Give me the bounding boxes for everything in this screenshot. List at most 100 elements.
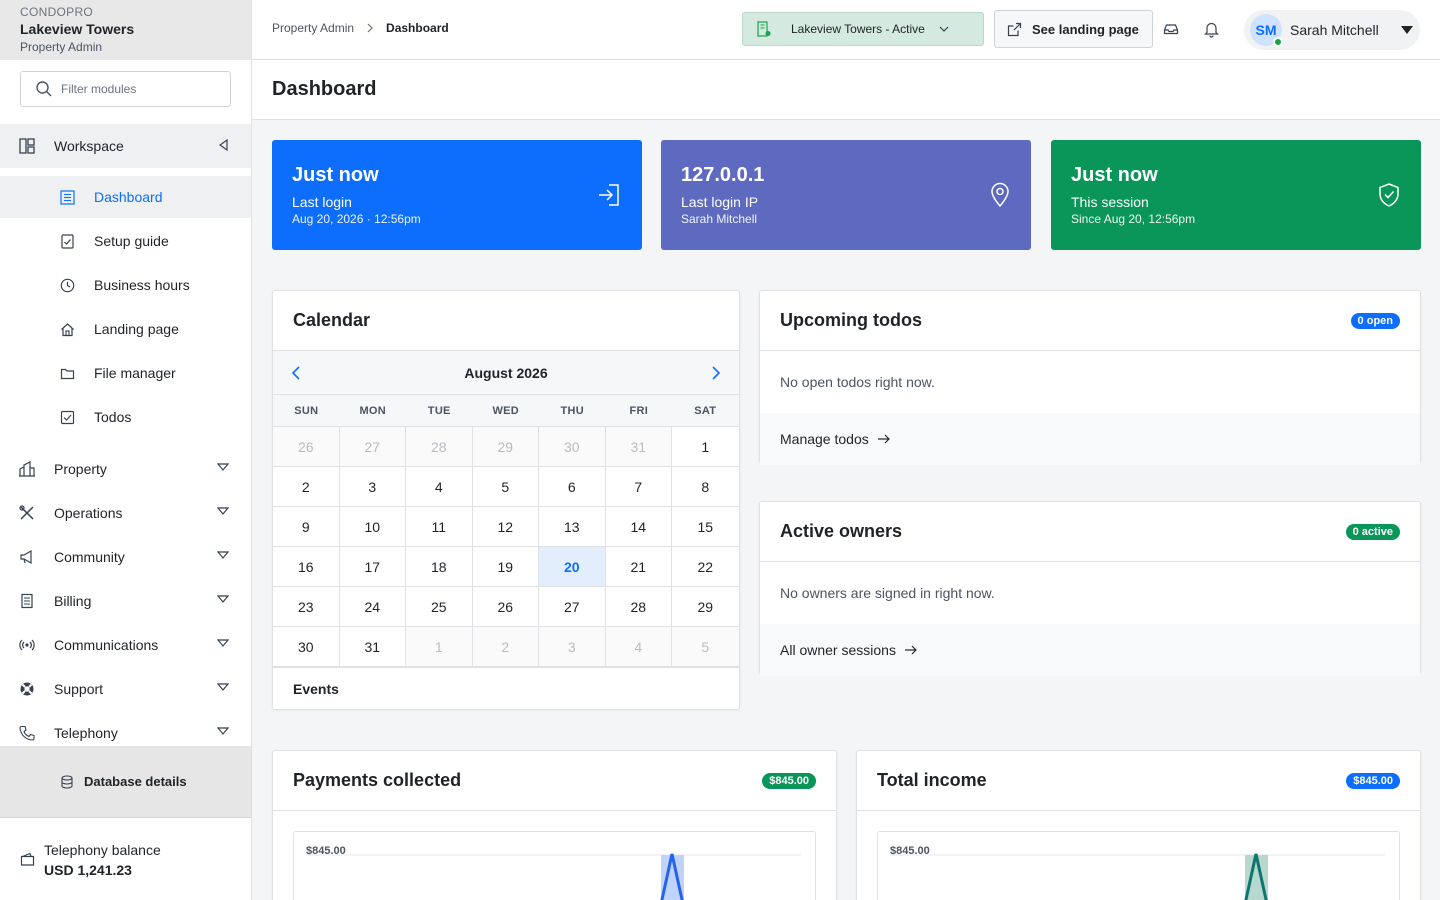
calendar-day[interactable]: 11 bbox=[406, 507, 473, 547]
calendar-day[interactable]: 30 bbox=[273, 627, 340, 667]
expand-caret-icon[interactable] bbox=[217, 682, 229, 692]
expand-caret-icon[interactable] bbox=[217, 594, 229, 604]
calendar-day[interactable]: 5 bbox=[472, 467, 539, 507]
calendar-month: August 2026 bbox=[464, 364, 548, 381]
nav-group-workspace[interactable]: Workspace bbox=[0, 124, 251, 168]
manage-todos-link[interactable]: Manage todos bbox=[760, 413, 1420, 465]
calendar-day[interactable]: 1 bbox=[672, 427, 739, 467]
calendar-day[interactable]: 2 bbox=[472, 627, 539, 667]
breadcrumb-root[interactable]: Property Admin bbox=[272, 21, 354, 35]
stat-subtext: Aug 20, 2026 · 12:56pm bbox=[292, 212, 421, 226]
calendar-day[interactable]: 5 bbox=[672, 627, 739, 667]
calendar-day-today[interactable]: 20 bbox=[539, 547, 606, 587]
calendar-day[interactable]: 9 bbox=[273, 507, 340, 547]
calendar-day[interactable]: 2 bbox=[273, 467, 340, 507]
calendar-day[interactable]: 1 bbox=[406, 627, 473, 667]
notifications-button[interactable] bbox=[1204, 20, 1219, 38]
calendar-day[interactable]: 16 bbox=[273, 547, 340, 587]
calendar-day[interactable]: 26 bbox=[273, 427, 340, 467]
database-details-button[interactable]: Database details bbox=[0, 746, 251, 818]
payments-collected-card: Payments collected $845.00 $845.00 bbox=[272, 750, 837, 900]
calendar-day[interactable]: 22 bbox=[672, 547, 739, 587]
database-details-label: Database details bbox=[84, 774, 187, 789]
calendar-day[interactable]: 26 bbox=[472, 587, 539, 627]
property-selector[interactable]: Lakeview Towers - Active bbox=[742, 12, 984, 46]
dashboard-icon bbox=[60, 189, 75, 205]
card-title: Payments collected bbox=[293, 770, 462, 790]
calendar-day[interactable]: 14 bbox=[605, 507, 672, 547]
calendar-navigation: August 2026 bbox=[273, 351, 739, 395]
org-name: CONDOPRO bbox=[20, 5, 94, 19]
calendar-day[interactable]: 12 bbox=[472, 507, 539, 547]
calendar-day[interactable]: 30 bbox=[539, 427, 606, 467]
clock-icon bbox=[60, 278, 75, 292]
calendar-day[interactable]: 3 bbox=[339, 467, 406, 507]
calendar-day[interactable]: 6 bbox=[539, 467, 606, 507]
calendar-day[interactable]: 24 bbox=[339, 587, 406, 627]
property-selector-label: Lakeview Towers - Active bbox=[791, 22, 925, 36]
calendar-day[interactable]: 17 bbox=[339, 547, 406, 587]
calendar-day[interactable]: 19 bbox=[472, 547, 539, 587]
see-landing-page-label: See landing page bbox=[1032, 21, 1139, 37]
sidebar-item-setup-guide[interactable]: Setup guide bbox=[0, 220, 251, 262]
chevron-right-icon[interactable] bbox=[711, 365, 721, 381]
user-menu[interactable]: SM Sarah Mitchell bbox=[1244, 10, 1420, 50]
calendar-day[interactable]: 4 bbox=[605, 627, 672, 667]
chevron-left-icon[interactable] bbox=[291, 365, 301, 381]
sidebar-item-todos[interactable]: Todos bbox=[0, 396, 251, 438]
calendar-day[interactable]: 10 bbox=[339, 507, 406, 547]
nav-group-property[interactable]: Property bbox=[0, 447, 251, 491]
wallet-icon bbox=[20, 852, 35, 866]
sidebar-item-file-manager[interactable]: File manager bbox=[0, 352, 251, 394]
calendar-day[interactable]: 18 bbox=[406, 547, 473, 587]
filter-modules-field[interactable] bbox=[20, 71, 231, 107]
avatar-initials: SM bbox=[1255, 22, 1277, 38]
nav-group-label: Support bbox=[54, 681, 104, 697]
sidebar-item-dashboard[interactable]: Dashboard bbox=[0, 176, 251, 218]
stat-label: This session bbox=[1071, 194, 1149, 210]
expand-caret-icon[interactable] bbox=[217, 462, 229, 472]
nav-group-support[interactable]: Support bbox=[0, 667, 251, 711]
weekday-label: SAT bbox=[694, 404, 717, 417]
expand-caret-icon[interactable] bbox=[217, 506, 229, 516]
calendar-day[interactable]: 27 bbox=[339, 427, 406, 467]
calendar-day[interactable]: 8 bbox=[672, 467, 739, 507]
stat-value: Just now bbox=[1071, 164, 1158, 186]
calendar-day[interactable]: 4 bbox=[406, 467, 473, 507]
calendar-day[interactable]: 29 bbox=[672, 587, 739, 627]
calendar-day[interactable]: 23 bbox=[273, 587, 340, 627]
nav-group-billing[interactable]: Billing bbox=[0, 579, 251, 623]
nav-group-community[interactable]: Community bbox=[0, 535, 251, 579]
expand-caret-icon[interactable] bbox=[217, 726, 229, 736]
calendar-day[interactable]: 29 bbox=[472, 427, 539, 467]
sidebar-item-label: Landing page bbox=[94, 321, 179, 337]
calendar-day[interactable]: 25 bbox=[406, 587, 473, 627]
calendar-day[interactable]: 28 bbox=[406, 427, 473, 467]
calendar-day[interactable]: 31 bbox=[605, 427, 672, 467]
expand-caret-icon[interactable] bbox=[217, 550, 229, 560]
inbox-icon bbox=[1163, 24, 1179, 35]
calendar-day[interactable]: 3 bbox=[539, 627, 606, 667]
calendar-day[interactable]: 31 bbox=[339, 627, 406, 667]
megaphone-icon bbox=[20, 549, 32, 565]
database-icon bbox=[61, 774, 73, 789]
sidebar-item-landing-page[interactable]: Landing page bbox=[0, 308, 251, 350]
calendar-day[interactable]: 7 bbox=[605, 467, 672, 507]
calendar-day[interactable]: 15 bbox=[672, 507, 739, 547]
inbox-button[interactable] bbox=[1163, 20, 1179, 38]
sidebar-item-business-hours[interactable]: Business hours bbox=[0, 264, 251, 306]
weekday-label: THU bbox=[560, 404, 584, 417]
filter-modules-input[interactable] bbox=[61, 82, 211, 96]
calendar-day[interactable]: 21 bbox=[605, 547, 672, 587]
nav-group-label: Operations bbox=[54, 505, 123, 521]
nav-group-operations[interactable]: Operations bbox=[0, 491, 251, 535]
calendar-day[interactable]: 13 bbox=[539, 507, 606, 547]
collapse-caret-icon[interactable] bbox=[219, 139, 229, 151]
calendar-day[interactable]: 28 bbox=[605, 587, 672, 627]
see-landing-page-button[interactable]: See landing page bbox=[994, 10, 1153, 48]
stat-value: Just now bbox=[292, 164, 379, 186]
calendar-day[interactable]: 27 bbox=[539, 587, 606, 627]
all-owner-sessions-link[interactable]: All owner sessions bbox=[760, 624, 1420, 676]
nav-group-communications[interactable]: Communications bbox=[0, 623, 251, 667]
expand-caret-icon[interactable] bbox=[217, 638, 229, 648]
